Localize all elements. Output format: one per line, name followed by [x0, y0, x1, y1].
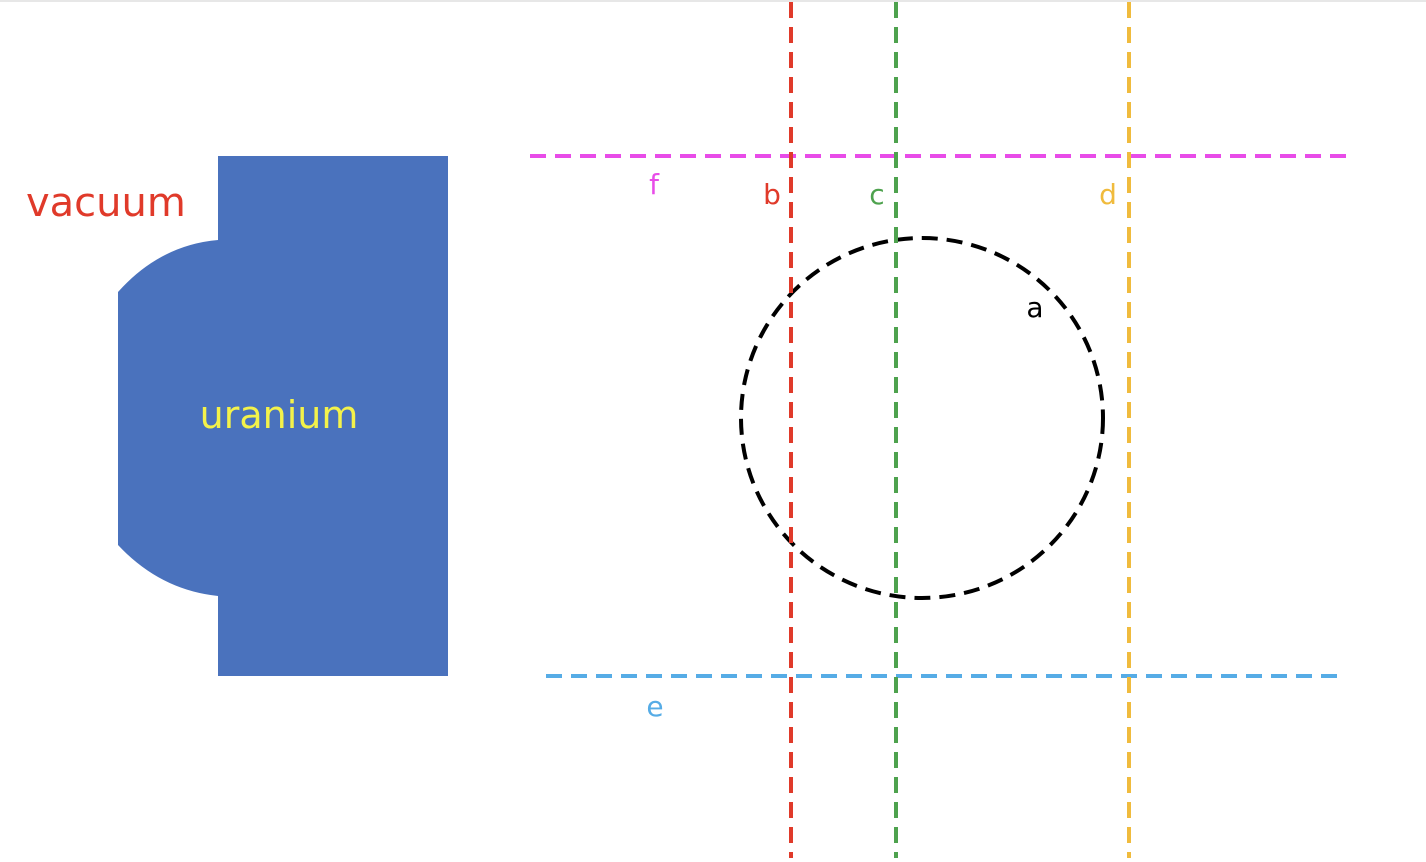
diagram-canvas: vacuum uranium a b c d e f	[0, 0, 1426, 858]
label-c: c	[869, 178, 884, 211]
circle-a	[739, 236, 1105, 600]
label-e: e	[646, 690, 663, 723]
label-d: d	[1099, 178, 1117, 211]
label-a: a	[1026, 291, 1043, 324]
label-uranium: uranium	[200, 393, 359, 437]
label-vacuum: vacuum	[26, 180, 186, 226]
label-b: b	[763, 178, 781, 211]
label-f: f	[649, 168, 660, 201]
